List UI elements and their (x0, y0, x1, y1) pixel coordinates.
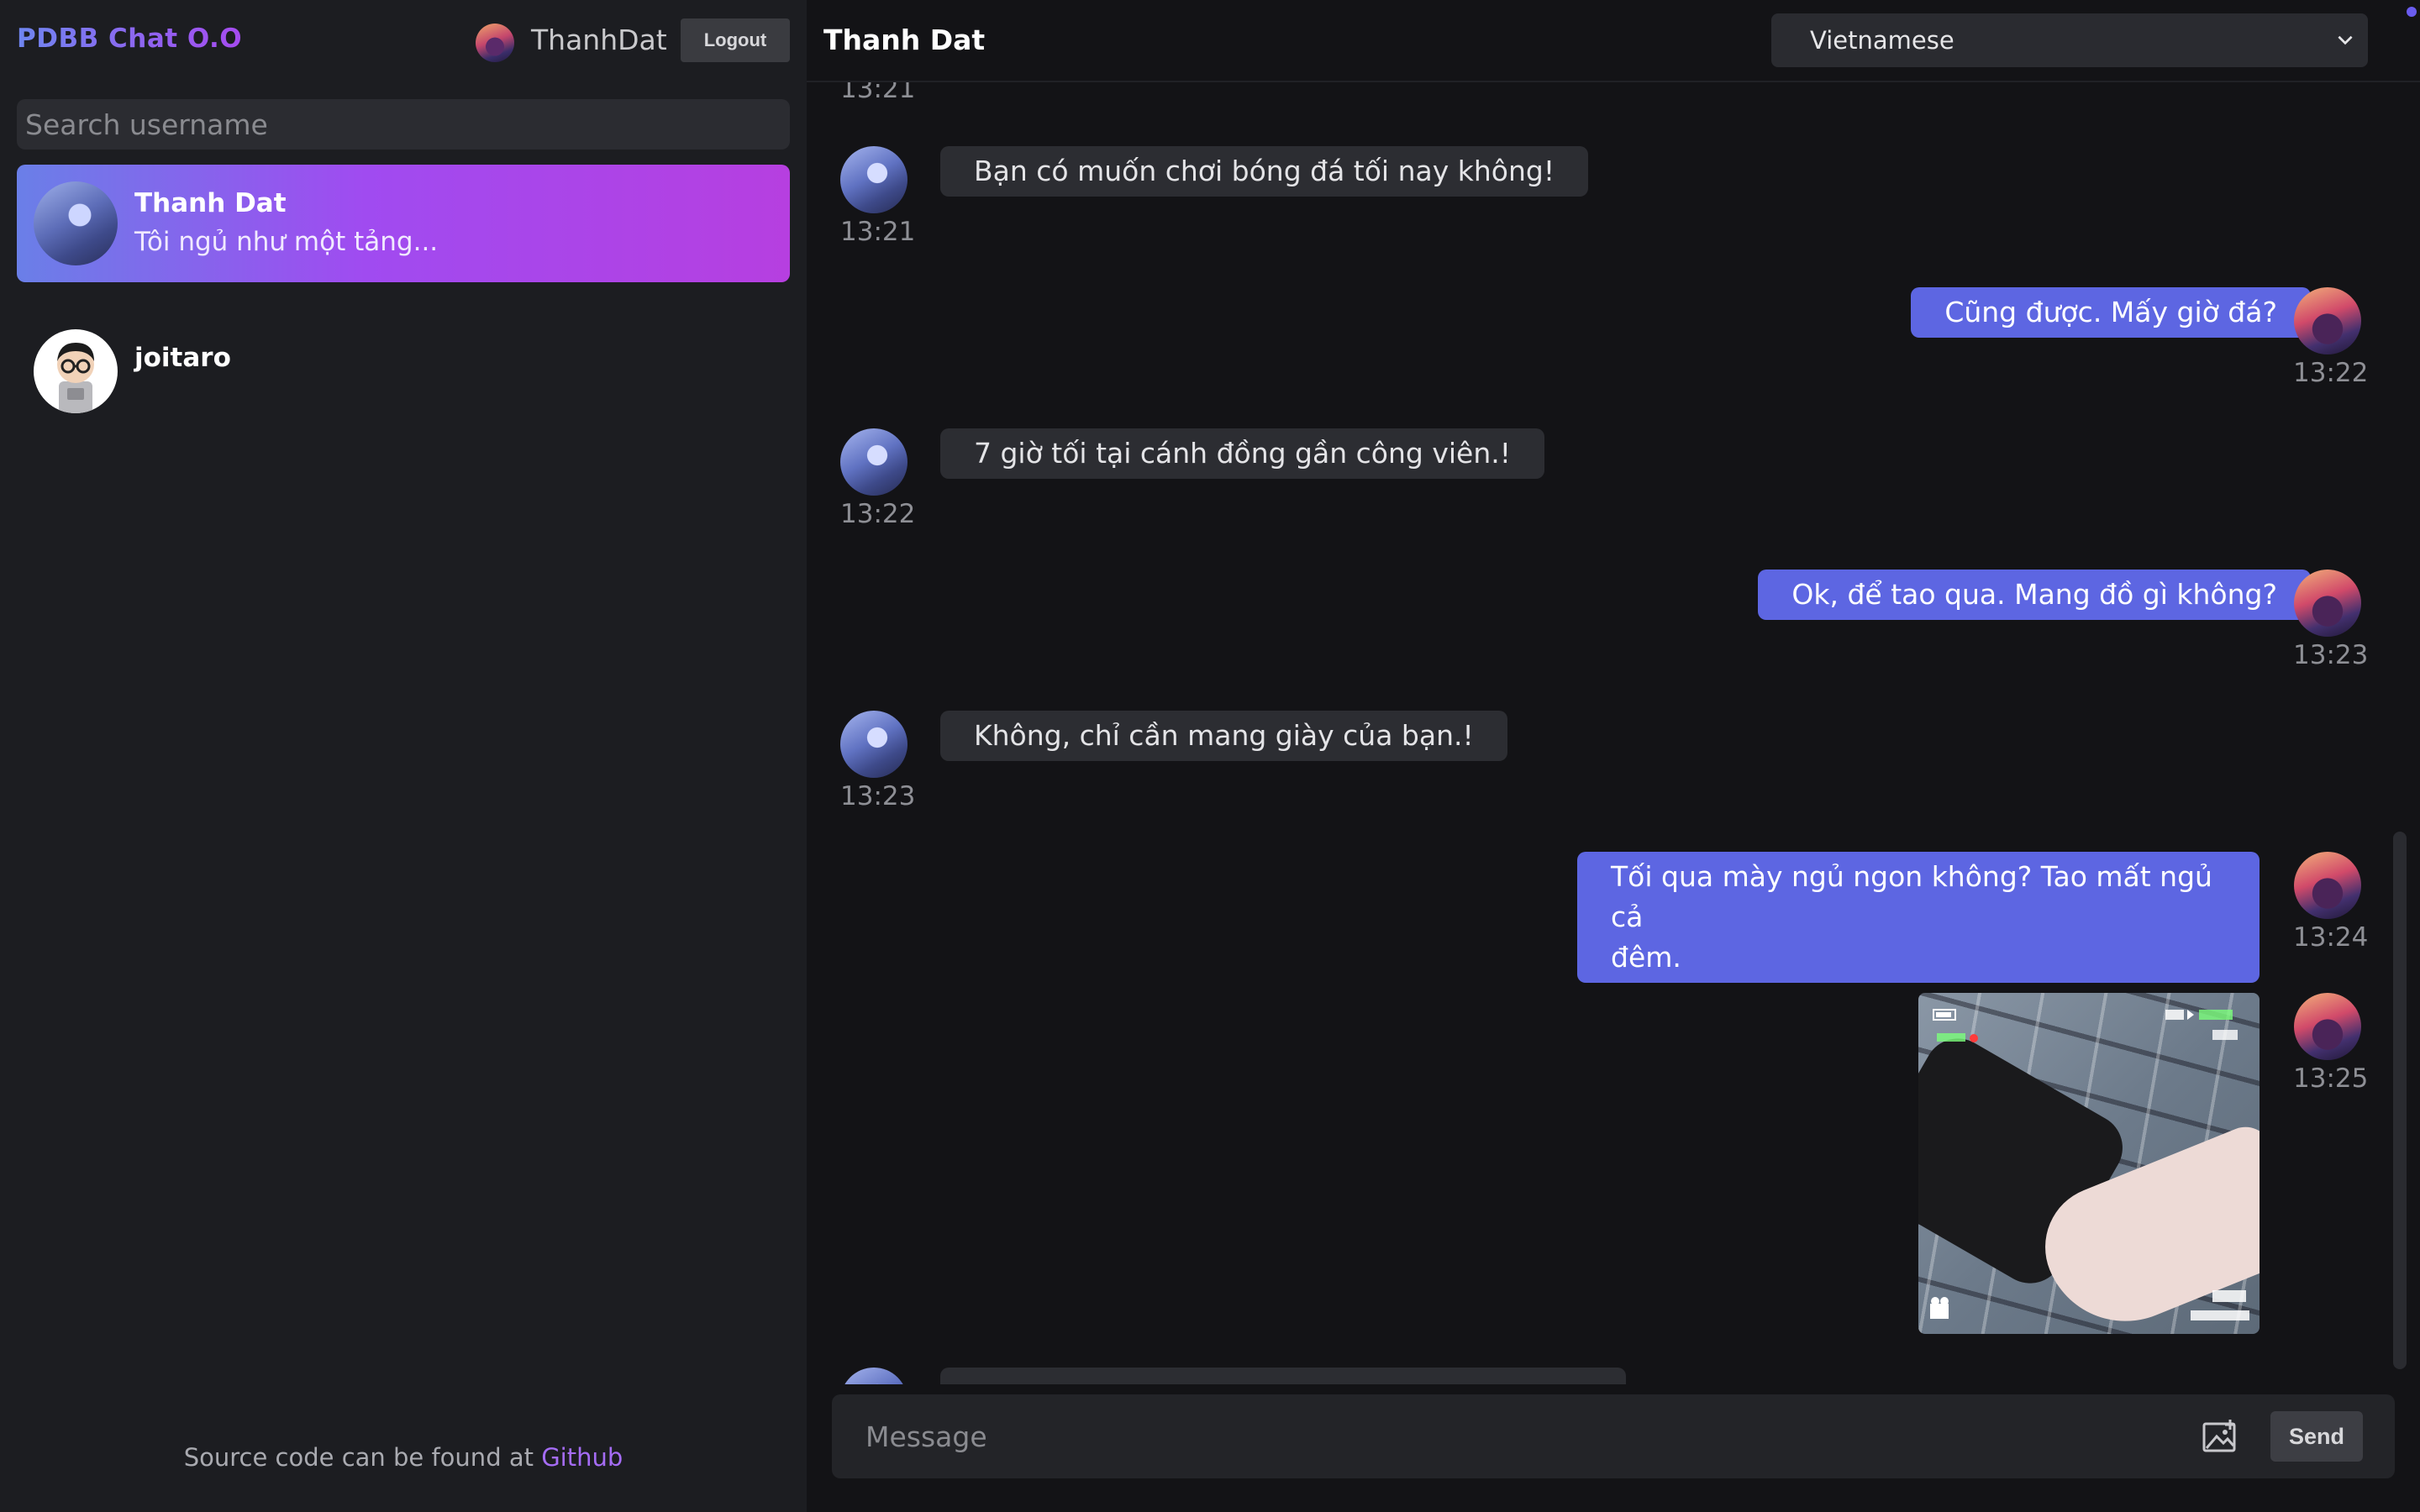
send-button[interactable]: Send (2270, 1411, 2363, 1462)
message-bubble-outgoing: Tối qua mày ngủ ngon không? Tao mất ngủ … (1577, 852, 2260, 983)
message-line: đêm. (1611, 941, 1681, 974)
message-time: 13:23 (840, 781, 916, 811)
contact-preview: Tôi ngủ như một tảng... (134, 227, 439, 257)
logout-button[interactable]: Logout (681, 18, 790, 62)
language-select[interactable]: Vietnamese (1771, 13, 2368, 67)
message-bubble-incoming (940, 1368, 1626, 1384)
message-image[interactable] (1918, 993, 2260, 1334)
contact-avatar (840, 428, 908, 496)
contact-avatar (840, 711, 908, 778)
message-time: 13:21 (840, 82, 916, 104)
user-avatar (2294, 570, 2361, 637)
chat-header: Thanh Dat Vietnamese (807, 0, 2420, 82)
message-composer: Send (832, 1394, 2395, 1478)
contact-item-joitaro[interactable]: joitaro (17, 312, 790, 430)
current-user-name: ThanhDat (531, 24, 667, 56)
message-input[interactable] (832, 1394, 2176, 1478)
image-icon[interactable] (2202, 1418, 2240, 1455)
user-avatar (2294, 287, 2361, 354)
sidebar: PDBB Chat O.O ThanhDat Logout Thanh Dat … (0, 0, 807, 1512)
avatar (34, 329, 118, 413)
contact-item-thanh-dat[interactable]: Thanh Dat Tôi ngủ như một tảng... (17, 165, 790, 282)
user-avatar (2294, 852, 2361, 919)
footer-note: Source code can be found at Github (0, 1443, 807, 1472)
message-time: 13:25 (2293, 1063, 2369, 1094)
message-bubble-incoming: Bạn có muốn chơi bóng đá tối nay không! (940, 146, 1589, 197)
chevron-down-icon (2338, 35, 2353, 45)
message-list[interactable]: 13:21 Bạn có muốn chơi bóng đá tối nay k… (807, 82, 2420, 1384)
contact-name: Thanh Dat (134, 188, 287, 218)
message-bubble-outgoing: Ok, để tao qua. Mang đồ gì không? (1758, 570, 2311, 620)
current-user-avatar (476, 24, 514, 62)
message-bubble-incoming: Không, chỉ cần mang giày của bạn.! (940, 711, 1507, 761)
camera-hud-icon (1933, 1009, 1978, 1042)
chat-pane: Thanh Dat Vietnamese 13:21 Bạn có muốn c… (807, 0, 2420, 1512)
contact-avatar (840, 146, 908, 213)
notification-dot (2407, 7, 2417, 17)
message-time: 13:22 (840, 499, 916, 529)
message-time: 13:23 (2293, 640, 2369, 670)
user-avatar (2294, 993, 2361, 1060)
message-line: Tối qua mày ngủ ngon không? Tao mất ngủ … (1611, 860, 2212, 933)
message-time: 13:21 (840, 217, 916, 247)
video-camera-icon (1930, 1297, 1949, 1319)
brand-logo[interactable]: PDBB Chat O.O (17, 24, 242, 54)
avatar (34, 181, 118, 265)
message-bubble-outgoing: Cũng được. Mấy giờ đá? (1911, 287, 2311, 338)
scrollbar-thumb[interactable] (2393, 832, 2407, 1369)
timestamp-overlay-icon (2191, 1290, 2249, 1320)
camera-mode-icon (2165, 1010, 2238, 1040)
memoji-avatar-icon (57, 343, 94, 413)
message-bubble-incoming: 7 giờ tối tại cánh đồng gần công viên.! (940, 428, 1544, 479)
message-time: 13:24 (2293, 922, 2369, 953)
search-input[interactable] (17, 99, 790, 150)
footer-text: Source code can be found at (183, 1443, 542, 1472)
contact-avatar (840, 1368, 908, 1384)
chat-app: PDBB Chat O.O ThanhDat Logout Thanh Dat … (0, 0, 2420, 1512)
message-time: 13:22 (2293, 358, 2369, 388)
language-value: Vietnamese (1810, 26, 1954, 55)
contact-name: joitaro (134, 343, 231, 373)
chat-title: Thanh Dat (823, 24, 986, 56)
github-link[interactable]: Github (541, 1443, 623, 1472)
